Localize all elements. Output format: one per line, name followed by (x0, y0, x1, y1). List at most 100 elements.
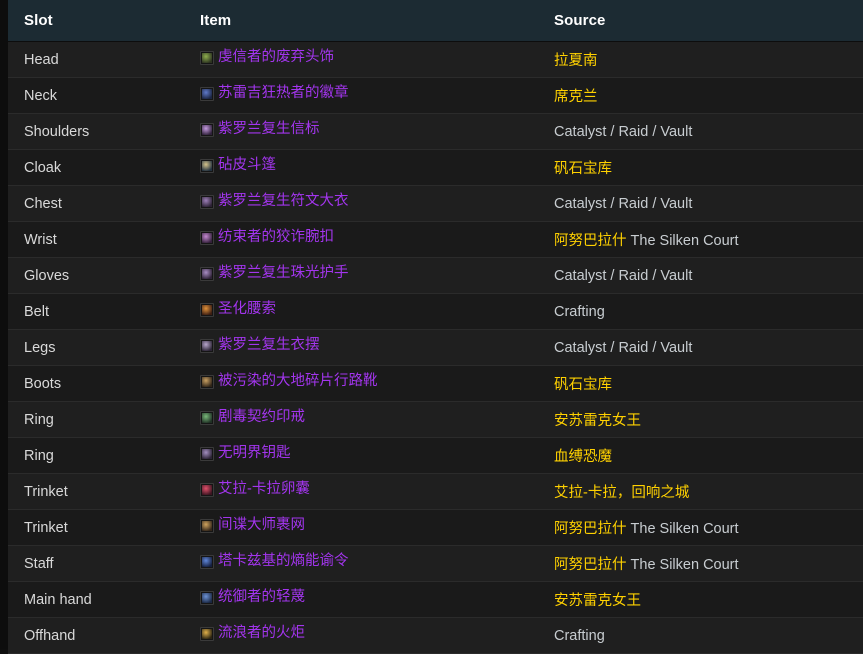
item-link[interactable]: 虔信者的废弃头饰 (200, 50, 334, 65)
slot-label: Boots (24, 376, 61, 392)
item-icon-cloak (200, 159, 214, 173)
item-name: 间谍大师裹网 (218, 518, 305, 533)
item-link[interactable]: 流浪者的火炬 (200, 626, 305, 641)
cell-item: 统御者的轻蔑 (180, 582, 534, 618)
table-row: Ring剧毒契约印戒安苏雷克女王 (8, 402, 863, 438)
cell-source: 艾拉-卡拉，回响之城 (534, 474, 863, 510)
item-link[interactable]: 砧皮斗篷 (200, 158, 276, 173)
table-row: Legs紫罗兰复生衣摆Catalyst / Raid / Vault (8, 330, 863, 366)
item-icon-offhand-torch (200, 627, 214, 641)
slot-label: Cloak (24, 160, 61, 176)
source-label: 血缚恐魔 (554, 449, 612, 465)
cell-item: 艾拉-卡拉卵囊 (180, 474, 534, 510)
source-label: 席克兰 (554, 89, 598, 105)
item-link[interactable]: 艾拉-卡拉卵囊 (200, 482, 310, 497)
table-row: Gloves 紫罗兰复生珠光护手 Catalyst / Raid / Vault (8, 258, 863, 294)
column-header-item[interactable]: Item (180, 0, 534, 42)
item-link[interactable]: 圣化腰索 (200, 302, 276, 317)
cell-slot: Shoulders (8, 114, 180, 150)
item-link[interactable]: 统御者的轻蔑 (200, 590, 305, 605)
item-name: 统御者的轻蔑 (218, 590, 305, 605)
cell-source: 矾石宝库 (534, 366, 863, 402)
cell-source: Catalyst / Raid / Vault (534, 258, 863, 294)
item-icon-boots (200, 375, 214, 389)
slot-label: Ring (24, 412, 54, 428)
cell-slot: Offhand (8, 618, 180, 654)
cell-slot: Belt (8, 294, 180, 330)
cell-source: 矾石宝库 (534, 150, 863, 186)
cell-source: Catalyst / Raid / Vault (534, 114, 863, 150)
source-label: Catalyst / Raid / Vault (554, 124, 692, 140)
item-name: 无明界钥匙 (218, 446, 291, 461)
item-link[interactable]: 纺束者的狡诈腕扣 (200, 230, 334, 245)
item-name: 紫罗兰复生信标 (218, 122, 320, 137)
source-label: Catalyst / Raid / Vault (554, 196, 692, 212)
cell-source: Crafting (534, 618, 863, 654)
item-link[interactable]: 被污染的大地碎片行路靴 (200, 374, 378, 389)
source-label: Crafting (554, 304, 605, 320)
slot-label: Chest (24, 196, 62, 212)
item-link[interactable]: 紫罗兰复生衣摆 (200, 338, 320, 353)
item-link[interactable]: 苏雷吉狂热者的徽章 (200, 86, 349, 101)
item-link[interactable]: 紫罗兰复生符文大衣 (200, 194, 349, 209)
table-row: Cloak 砧皮斗篷 矾石宝库 (8, 150, 863, 186)
item-link[interactable]: 紫罗兰复生信标 (200, 122, 320, 137)
cell-item: 间谍大师裹网 (180, 510, 534, 546)
gear-table-header: Slot Item Source (8, 0, 863, 42)
slot-label: Wrist (24, 232, 57, 248)
cell-item: 流浪者的火炬 (180, 618, 534, 654)
cell-source: 血缚恐魔 (534, 438, 863, 474)
slot-label: Belt (24, 304, 49, 320)
gear-table: Slot Item Source Head虔信者的废弃头饰拉夏南Neck苏雷吉狂… (8, 0, 863, 654)
item-link[interactable]: 紫罗兰复生珠光护手 (200, 266, 349, 281)
item-name: 剧毒契约印戒 (218, 410, 305, 425)
item-icon-ring-key (200, 447, 214, 461)
source-boss-name: 阿努巴拉什 (554, 557, 627, 573)
item-icon-wrist-bands (200, 231, 214, 245)
cell-slot: Cloak (8, 150, 180, 186)
source-label: 阿努巴拉什 The Silken Court (554, 557, 739, 573)
cell-slot: Wrist (8, 222, 180, 258)
item-link[interactable]: 间谍大师裹网 (200, 518, 305, 533)
item-icon-shoulders-beacon (200, 123, 214, 137)
cell-source: 席克兰 (534, 78, 863, 114)
cell-item: 砧皮斗篷 (180, 150, 534, 186)
cell-slot: Trinket (8, 510, 180, 546)
item-icon-staff (200, 555, 214, 569)
cell-item: 虔信者的废弃头饰 (180, 42, 534, 78)
source-label: Catalyst / Raid / Vault (554, 340, 692, 356)
item-link[interactable]: 塔卡兹基的熵能谕令 (200, 554, 349, 569)
table-row: Trinket 艾拉-卡拉卵囊 艾拉-卡拉，回响之城 (8, 474, 863, 510)
source-encounter-name: The Silken Court (627, 233, 739, 249)
source-label: 安苏雷克女王 (554, 593, 641, 609)
cell-item: 剧毒契约印戒 (180, 402, 534, 438)
cell-slot: Staff (8, 546, 180, 582)
column-header-slot[interactable]: Slot (8, 0, 180, 42)
slot-label: Neck (24, 88, 57, 104)
table-row: Shoulders 紫罗兰复生信标 Catalyst / Raid / Vault (8, 114, 863, 150)
slot-label: Gloves (24, 268, 69, 284)
slot-label: Ring (24, 448, 54, 464)
cell-slot: Head (8, 42, 180, 78)
cell-item: 紫罗兰复生衣摆 (180, 330, 534, 366)
item-name: 虔信者的废弃头饰 (218, 50, 334, 65)
item-link[interactable]: 无明界钥匙 (200, 446, 291, 461)
table-row: Head虔信者的废弃头饰拉夏南 (8, 42, 863, 78)
table-row: Staff 塔卡兹基的熵能谕令 阿努巴拉什 The Silken Court (8, 546, 863, 582)
cell-source: Catalyst / Raid / Vault (534, 186, 863, 222)
cell-item: 紫罗兰复生珠光护手 (180, 258, 534, 294)
slot-label: Offhand (24, 628, 75, 644)
item-name: 塔卡兹基的熵能谕令 (218, 554, 349, 569)
slot-label: Head (24, 52, 59, 68)
item-link[interactable]: 剧毒契约印戒 (200, 410, 305, 425)
source-label: 艾拉-卡拉，回响之城 (554, 485, 689, 501)
cell-slot: Trinket (8, 474, 180, 510)
table-row: Chest 紫罗兰复生符文大衣 Catalyst / Raid / Vault (8, 186, 863, 222)
item-name: 流浪者的火炬 (218, 626, 305, 641)
source-encounter-name: The Silken Court (627, 521, 739, 537)
item-name: 被污染的大地碎片行路靴 (218, 374, 378, 389)
slot-label: Trinket (24, 520, 68, 536)
source-label: 阿努巴拉什 The Silken Court (554, 233, 739, 249)
item-name: 圣化腰索 (218, 302, 276, 317)
column-header-source[interactable]: Source (534, 0, 863, 42)
